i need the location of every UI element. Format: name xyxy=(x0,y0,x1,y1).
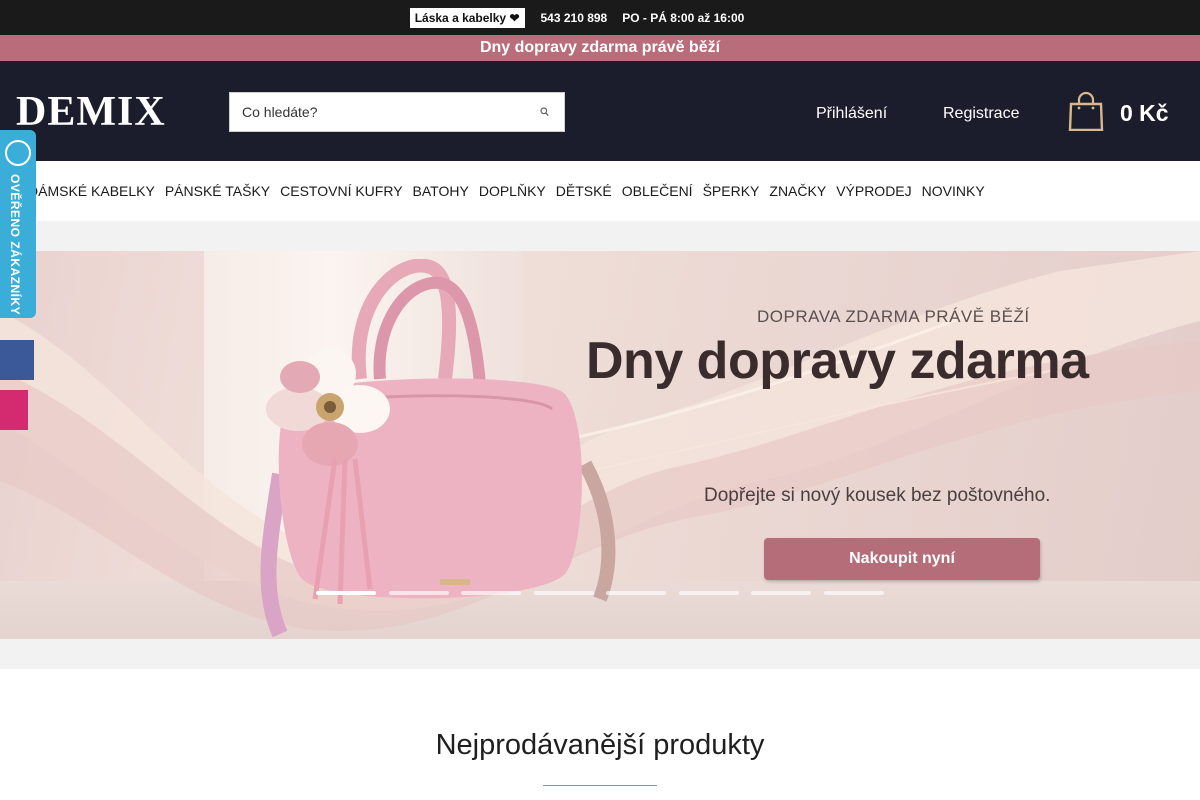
site-header: DEMIX Přihlášení Registrace 0 Kč xyxy=(0,61,1200,161)
login-link[interactable]: Přihlášení xyxy=(808,105,887,123)
verified-by-customers-badge[interactable]: OVĚŘENO ZÁKAZNÍKY xyxy=(0,130,36,318)
phone-number[interactable]: 543 210 898 xyxy=(541,11,608,25)
instagram-side-button[interactable] xyxy=(0,390,28,430)
nav-item-panske-tasky[interactable]: PÁNSKÉ TAŠKY xyxy=(165,183,270,199)
nav-item-cestovni-kufry[interactable]: CESTOVNÍ KUFRY xyxy=(280,183,402,199)
promo-banner[interactable]: Dny dopravy zdarma právě běží xyxy=(0,35,1200,61)
slider-dot-4[interactable] xyxy=(533,591,594,595)
heading-divider xyxy=(543,785,657,786)
nav-item-detske[interactable]: DĚTSKÉ xyxy=(556,183,612,199)
hero-subtext: Dopřejte si nový kousek bez poštovného. xyxy=(704,485,1051,506)
nav-item-doplnky[interactable]: DOPLŇKY xyxy=(479,183,546,199)
slider-dot-6[interactable] xyxy=(678,591,739,595)
page: Láska a kabelky ❤ 543 210 898 PO - PÁ 8:… xyxy=(0,0,1200,800)
nav-item-novinky[interactable]: NOVINKY xyxy=(922,183,985,199)
verified-label: OVĚŘENO ZÁKAZNÍKY xyxy=(8,174,22,316)
nav-item-znacky[interactable]: ZNAČKY xyxy=(769,183,826,199)
search-box xyxy=(229,92,565,132)
search-icon xyxy=(539,107,549,117)
slider-dot-2[interactable] xyxy=(388,591,449,595)
slider-dot-1[interactable] xyxy=(316,591,376,595)
hero-headline: Dny dopravy zdarma xyxy=(586,332,1089,390)
nav-item-batohy[interactable]: BATOHY xyxy=(413,183,469,199)
slider-dot-8[interactable] xyxy=(823,591,884,595)
category-nav: DÁMSKÉ KABELKY PÁNSKÉ TAŠKY CESTOVNÍ KUF… xyxy=(0,161,1200,221)
nav-item-vyprodej[interactable]: VÝPRODEJ xyxy=(836,183,911,199)
search-input[interactable] xyxy=(230,93,520,131)
slider-dot-3[interactable] xyxy=(461,591,521,595)
slider-dot-7[interactable] xyxy=(751,591,811,595)
hero-slider[interactable]: DOPRAVA ZDARMA PRÁVĚ BĚŽÍ Dny dopravy zd… xyxy=(0,251,1200,639)
nav-item-damske-kabelky[interactable]: DÁMSKÉ KABELKY xyxy=(28,183,155,199)
verified-seal-icon xyxy=(5,140,31,166)
top-bar: Láska a kabelky ❤ 543 210 898 PO - PÁ 8:… xyxy=(0,0,1200,35)
slider-pagination xyxy=(316,591,896,595)
nav-item-sperky[interactable]: ŠPERKY xyxy=(703,183,760,199)
nav-item-obleceni[interactable]: OBLEČENÍ xyxy=(622,183,693,199)
register-link[interactable]: Registrace xyxy=(935,105,1019,123)
register-label: Registrace xyxy=(943,105,1020,122)
search-button[interactable] xyxy=(534,93,554,131)
login-label: Přihlášení xyxy=(816,105,888,122)
handbag-image xyxy=(260,259,616,638)
slogan-tag: Láska a kabelky ❤ xyxy=(409,7,525,28)
shopping-bag-icon[interactable] xyxy=(1068,91,1104,131)
facebook-side-button[interactable] xyxy=(0,340,34,380)
shop-now-button[interactable]: Nakoupit nyní xyxy=(764,538,1040,580)
cart-total[interactable]: 0 Kč xyxy=(1120,100,1169,127)
bestsellers-heading: Nejprodávanější produkty xyxy=(435,729,765,761)
hero-kicker: DOPRAVA ZDARMA PRÁVĚ BĚŽÍ xyxy=(757,307,1030,326)
opening-hours: PO - PÁ 8:00 až 16:00 xyxy=(622,10,745,25)
slider-dot-5[interactable] xyxy=(606,591,666,595)
site-logo[interactable]: DEMIX xyxy=(16,91,166,133)
